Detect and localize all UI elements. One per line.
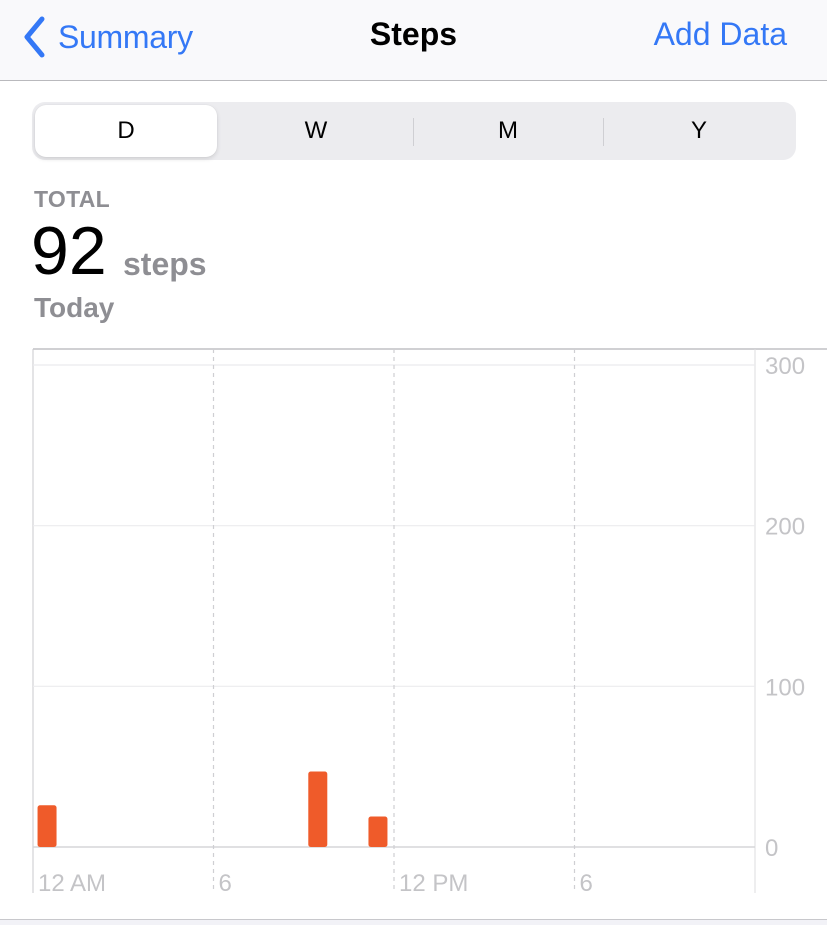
x-tick-label: 12 PM [399,870,468,897]
back-button[interactable]: Summary [22,14,193,60]
add-data-button[interactable]: Add Data [654,16,787,53]
navigation-bar: Summary Steps Add Data [0,0,827,81]
total-period: Today [34,292,115,323]
bar-hour-0[interactable] [37,805,57,847]
x-tick-label: 6 [580,870,593,897]
x-tick-label: 12 AM [38,870,106,897]
bar-hour-9[interactable] [308,771,328,847]
segment-year[interactable]: Y [608,105,790,157]
back-label: Summary [58,18,193,55]
x-tick-label: 6 [219,870,232,897]
total-value: 92 [31,213,107,289]
total-label: TOTAL [34,186,111,212]
y-tick-label: 0 [765,835,778,862]
bar-hour-11[interactable] [368,816,388,847]
chevron-left-icon [24,16,45,58]
steps-chart[interactable]: 0 100 200 300 12 AM 6 12 PM 6 [0,340,827,910]
bottom-divider [0,919,827,925]
total-unit: steps [123,246,207,282]
segment-week[interactable]: W [225,105,407,157]
time-range-segmented-control: D W M Y [32,102,796,160]
y-tick-label: 200 [765,514,805,541]
y-tick-label: 300 [765,353,805,380]
y-tick-label: 100 [765,674,805,701]
segment-month[interactable]: M [417,105,599,157]
segment-day[interactable]: D [35,105,217,157]
segment-divider [603,118,604,146]
segment-divider [413,118,414,146]
